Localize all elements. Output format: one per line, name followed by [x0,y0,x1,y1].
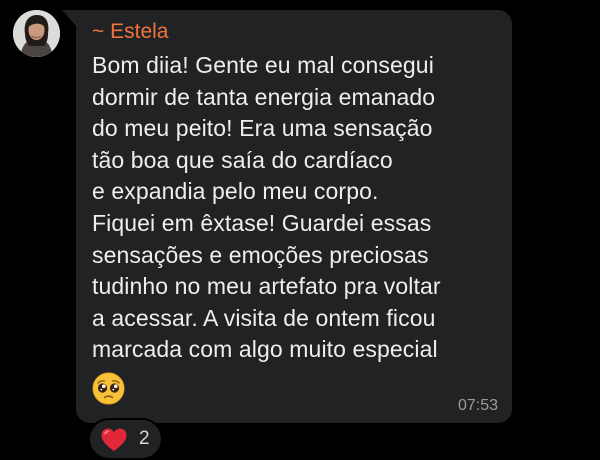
sender-avatar[interactable] [13,10,60,57]
message-timestamp: 07:53 [457,397,498,414]
sender-name-fragment [174,22,179,40]
message-bubble[interactable]: ~ Estela Bom diia! Gente eu mal consegui… [76,10,512,423]
pleading-face-emoji-icon [92,372,125,405]
sender-name[interactable]: ~ Estela [92,20,179,44]
reaction-count: 2 [139,428,150,449]
message-text: Bom diia! Gente eu mal consegui dormir d… [92,52,441,363]
sender-name-text: ~ Estela [92,20,169,43]
user-avatar-icon [13,10,60,57]
reaction-chip[interactable]: 2 [88,418,163,460]
bubble-tail [62,10,76,26]
red-heart-emoji-icon [100,427,128,453]
chat-screen: ~ Estela Bom diia! Gente eu mal consegui… [0,0,600,460]
